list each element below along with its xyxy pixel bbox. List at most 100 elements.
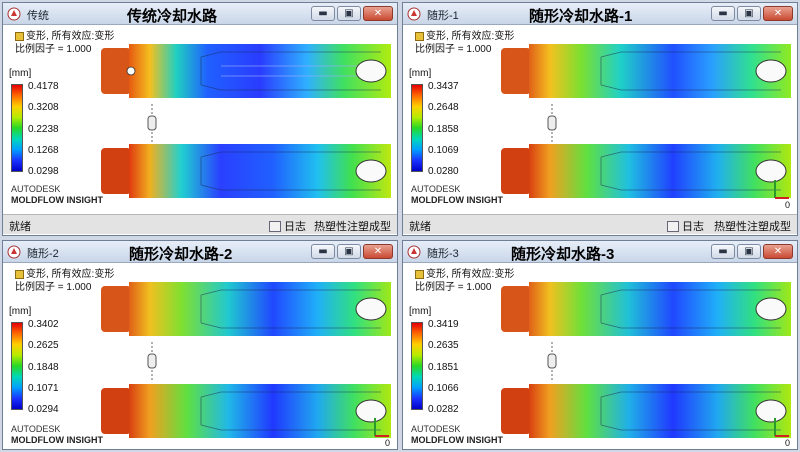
part-top	[501, 280, 791, 338]
gate-connector	[147, 104, 157, 142]
close-button[interactable]: ✕	[363, 244, 393, 259]
legend-value: 0.0294	[28, 404, 59, 415]
result-window-conformal-2: 随形-2 随形冷却水路-2 ▬ ▣ ✕ 变形, 所有效应:变形 比例因子 = 1…	[2, 240, 398, 450]
autodesk-brand: AUTODESK MOLDFLOW INSIGHT	[411, 424, 503, 446]
log-icon	[667, 220, 679, 232]
legend-value: 0.1858	[428, 123, 459, 135]
title-bar[interactable]: 随形-1 随形冷却水路-1 ▬ ▣ ✕	[403, 3, 797, 25]
legend-unit: [mm]	[409, 306, 432, 317]
window-title: 随形-3	[427, 248, 459, 260]
axis-zero-label: 0	[785, 200, 791, 210]
part-bottom	[101, 142, 391, 200]
legend-labels: 0.3419 0.2635 0.1851 0.1066 0.0282	[428, 319, 459, 415]
status-bar: 就绪 日志 热塑性注塑成型	[3, 214, 397, 234]
result-name: 变形, 所有效应:变形	[426, 31, 515, 42]
result-header: 变形, 所有效应:变形 比例因子 = 1.000	[15, 268, 114, 294]
brand-line-1: AUTODESK	[11, 424, 61, 434]
autodesk-brand: AUTODESK MOLDFLOW INSIGHT	[11, 184, 103, 206]
brand-line-2: MOLDFLOW INSIGHT	[11, 435, 103, 445]
part-top	[101, 42, 391, 100]
title-bar[interactable]: 传统 传统冷却水路 ▬ ▣ ✕	[3, 3, 397, 25]
brand-line-2: MOLDFLOW INSIGHT	[411, 195, 503, 205]
brand-line-1: AUTODESK	[411, 424, 461, 434]
part-top	[501, 42, 791, 100]
moldflow-app-icon	[7, 245, 21, 259]
window-title: 随形-1	[427, 10, 459, 22]
caption-title: 随形冷却水路-1	[529, 8, 633, 25]
legend-unit: [mm]	[9, 68, 32, 79]
color-legend-bar	[411, 84, 423, 172]
minimize-button[interactable]: ▬	[311, 244, 335, 259]
legend-value: 0.2238	[28, 123, 59, 135]
part-bottom	[501, 142, 791, 200]
color-legend-bar	[11, 322, 23, 410]
title-bar[interactable]: 随形-3 随形冷却水路-3 ▬ ▣ ✕	[403, 241, 797, 263]
legend-value: 0.3437	[428, 81, 459, 92]
minimize-button[interactable]: ▬	[711, 6, 735, 21]
log-icon	[269, 220, 281, 232]
scale-factor: 比例因子 = 1.000	[415, 44, 492, 55]
result-window-traditional: 传统 传统冷却水路 ▬ ▣ ✕ 变形, 所有效应:变形 比例因子 = 1.000…	[2, 2, 398, 236]
axis-zero-label: 0	[785, 438, 791, 448]
legend-value: 0.3208	[28, 102, 59, 114]
gate-connector	[147, 342, 157, 380]
result-window-conformal-3: 随形-3 随形冷却水路-3 ▬ ▣ ✕ 变形, 所有效应:变形 比例因子 = 1…	[402, 240, 798, 450]
legend-labels: 0.4178 0.3208 0.2238 0.1268 0.0298	[28, 81, 59, 177]
legend-value: 0.3402	[28, 319, 59, 330]
gate-connector	[547, 104, 557, 142]
window-title: 传统	[27, 10, 49, 22]
scale-factor: 比例因子 = 1.000	[415, 282, 492, 293]
autodesk-brand: AUTODESK MOLDFLOW INSIGHT	[11, 424, 103, 446]
maximize-button[interactable]: ▣	[337, 6, 361, 21]
result-icon	[15, 270, 24, 279]
legend-value: 0.1851	[428, 361, 459, 373]
minimize-button[interactable]: ▬	[311, 6, 335, 21]
legend-value: 0.1066	[428, 382, 459, 394]
legend-labels: 0.3402 0.2625 0.1848 0.1071 0.0294	[28, 319, 59, 415]
plot-area[interactable]: 变形, 所有效应:变形 比例因子 = 1.000 [mm] 0.4178 0.3…	[3, 26, 397, 214]
result-window-conformal-1: 随形-1 随形冷却水路-1 ▬ ▣ ✕ 变形, 所有效应:变形 比例因子 = 1…	[402, 2, 798, 236]
autodesk-brand: AUTODESK MOLDFLOW INSIGHT	[411, 184, 503, 206]
maximize-button[interactable]: ▣	[737, 244, 761, 259]
legend-unit: [mm]	[409, 68, 432, 79]
caption-title: 传统冷却水路	[127, 8, 218, 25]
log-button[interactable]: 日志	[667, 218, 704, 234]
part-bottom	[501, 382, 791, 440]
legend-value: 0.2648	[428, 102, 459, 114]
plot-area[interactable]: 变形, 所有效应:变形 比例因子 = 1.000 [mm] 0.3437 0.2…	[403, 26, 797, 214]
result-header: 变形, 所有效应:变形 比例因子 = 1.000	[415, 268, 514, 294]
brand-line-2: MOLDFLOW INSIGHT	[11, 195, 103, 205]
result-header: 变形, 所有效应:变形 比例因子 = 1.000	[415, 30, 514, 56]
result-name: 变形, 所有效应:变形	[26, 269, 115, 280]
legend-value: 0.3419	[428, 319, 459, 330]
brand-line-1: AUTODESK	[411, 184, 461, 194]
title-bar[interactable]: 随形-2 随形冷却水路-2 ▬ ▣ ✕	[3, 241, 397, 263]
close-button[interactable]: ✕	[763, 244, 793, 259]
moldflow-app-icon	[407, 245, 421, 259]
caption-title: 随形冷却水路-2	[129, 246, 233, 263]
part-bottom	[101, 382, 391, 440]
close-button[interactable]: ✕	[363, 6, 393, 21]
maximize-button[interactable]: ▣	[337, 244, 361, 259]
legend-labels: 0.3437 0.2648 0.1858 0.1069 0.0280	[428, 81, 459, 177]
result-icon	[415, 270, 424, 279]
close-button[interactable]: ✕	[763, 6, 793, 21]
legend-value: 0.0280	[428, 166, 459, 177]
axis-zero-label: 0	[385, 438, 391, 448]
plot-area[interactable]: 变形, 所有效应:变形 比例因子 = 1.000 [mm] 0.3402 0.2…	[3, 264, 397, 449]
result-header: 变形, 所有效应:变形 比例因子 = 1.000	[15, 30, 114, 56]
process-mode: 热塑性注塑成型	[314, 221, 391, 233]
brand-line-1: AUTODESK	[11, 184, 61, 194]
caption-title: 随形冷却水路-3	[511, 246, 615, 263]
plot-area[interactable]: 变形, 所有效应:变形 比例因子 = 1.000 [mm] 0.3419 0.2…	[403, 264, 797, 449]
legend-value: 0.4178	[28, 81, 59, 92]
result-name: 变形, 所有效应:变形	[26, 31, 115, 42]
log-button[interactable]: 日志	[269, 218, 306, 234]
minimize-button[interactable]: ▬	[711, 244, 735, 259]
status-ready: 就绪	[9, 221, 31, 233]
gate-connector	[547, 342, 557, 380]
maximize-button[interactable]: ▣	[737, 6, 761, 21]
moldflow-app-icon	[407, 7, 421, 21]
brand-line-2: MOLDFLOW INSIGHT	[411, 435, 503, 445]
scale-factor: 比例因子 = 1.000	[15, 282, 92, 293]
